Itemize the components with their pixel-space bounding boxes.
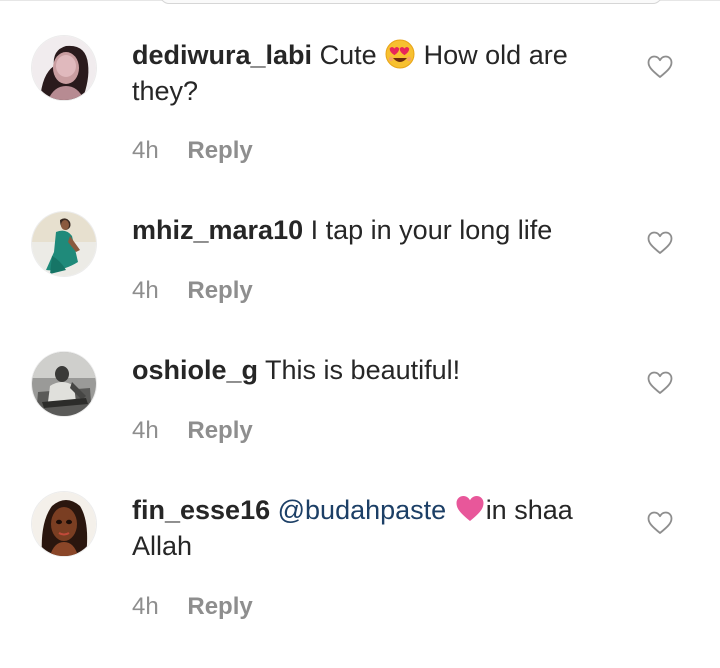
reply-button[interactable]: Reply [187,416,252,446]
avatar[interactable] [32,352,96,416]
heart-outline-icon [647,55,673,78]
heart-outline-icon [647,231,673,254]
comment-timestamp: 4h [132,277,159,304]
comment-timestamp: 4h [132,593,159,620]
comment-username[interactable]: mhiz_mara10 [132,215,303,245]
comment-timestamp: 4h [132,417,159,444]
comment-username[interactable]: fin_esse16 [132,495,270,525]
heart-outline-icon [647,371,673,394]
reply-button[interactable]: Reply [187,592,252,622]
like-button[interactable] [647,371,673,395]
comment-text: dediwura_labi Cute How old are they? [132,37,602,109]
comment-meta: 4h Reply [132,416,253,446]
pink-heart-emoji-icon [454,493,486,525]
comment-username[interactable]: oshiole_g [132,355,258,385]
heart-eyes-emoji-icon [384,38,416,70]
like-button[interactable] [647,511,673,535]
like-button[interactable] [647,231,673,255]
comment-body: This is beautiful! [265,355,461,385]
comment-timestamp: 4h [132,137,159,164]
comment-meta: 4h Reply [132,592,253,622]
like-button[interactable] [647,55,673,79]
avatar-image [32,492,96,556]
avatar-image [32,36,96,100]
avatar[interactable] [32,36,96,100]
comment-text: oshiole_g This is beautiful! [132,352,602,388]
avatar[interactable] [32,212,96,276]
comment-meta: 4h Reply [132,276,253,306]
mention-link[interactable]: @budahpaste [278,495,447,525]
comment-body: I tap in your long life [310,215,553,245]
avatar-image [32,352,96,416]
comment-username[interactable]: dediwura_labi [132,40,312,70]
avatar[interactable] [32,492,96,556]
avatar-image [32,212,96,276]
comment-text: mhiz_mara10 I tap in your long life [132,212,602,248]
comment-text: fin_esse16 @budahpaste in shaa Allah [132,492,602,564]
reply-button[interactable]: Reply [187,136,252,166]
comment-meta: 4h Reply [132,136,253,166]
comment-input-edge[interactable] [160,0,662,4]
reply-button[interactable]: Reply [187,276,252,306]
comment-body-start: Cute [319,40,377,70]
heart-outline-icon [647,511,673,534]
